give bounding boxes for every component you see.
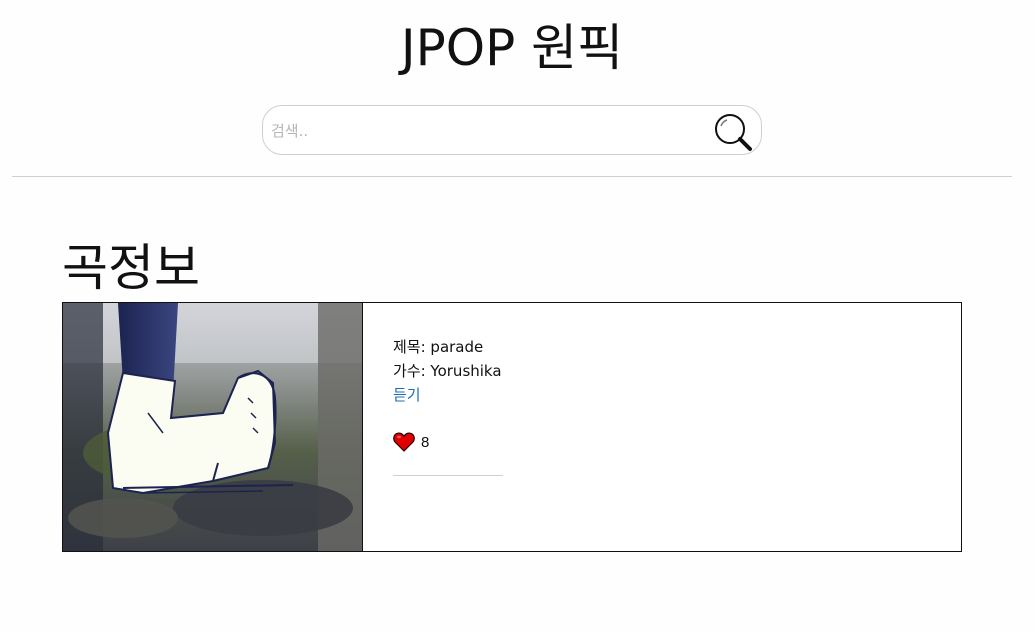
- like-count: 8: [421, 433, 430, 451]
- album-art: [63, 303, 363, 551]
- song-artist: 가수: Yorushika: [393, 362, 502, 380]
- song-title: 제목: parade: [393, 338, 484, 356]
- like-button[interactable]: [393, 432, 415, 452]
- search-button[interactable]: [713, 112, 753, 152]
- listen-link[interactable]: 듣기: [393, 386, 421, 404]
- search-bar: [262, 105, 762, 155]
- info-divider: [393, 475, 503, 476]
- song-info: 제목: parade 가수: Yorushika 듣기: [393, 335, 502, 407]
- section-title: 곡정보: [62, 239, 200, 297]
- search-input[interactable]: [271, 118, 701, 144]
- header-divider: [12, 176, 1012, 177]
- heart-icon: [393, 432, 415, 452]
- song-card: 제목: parade 가수: Yorushika 듣기 8: [62, 302, 962, 552]
- site-title: JPOP 원픽: [400, 19, 624, 77]
- like-row: 8: [393, 431, 429, 453]
- search-icon: [715, 114, 752, 151]
